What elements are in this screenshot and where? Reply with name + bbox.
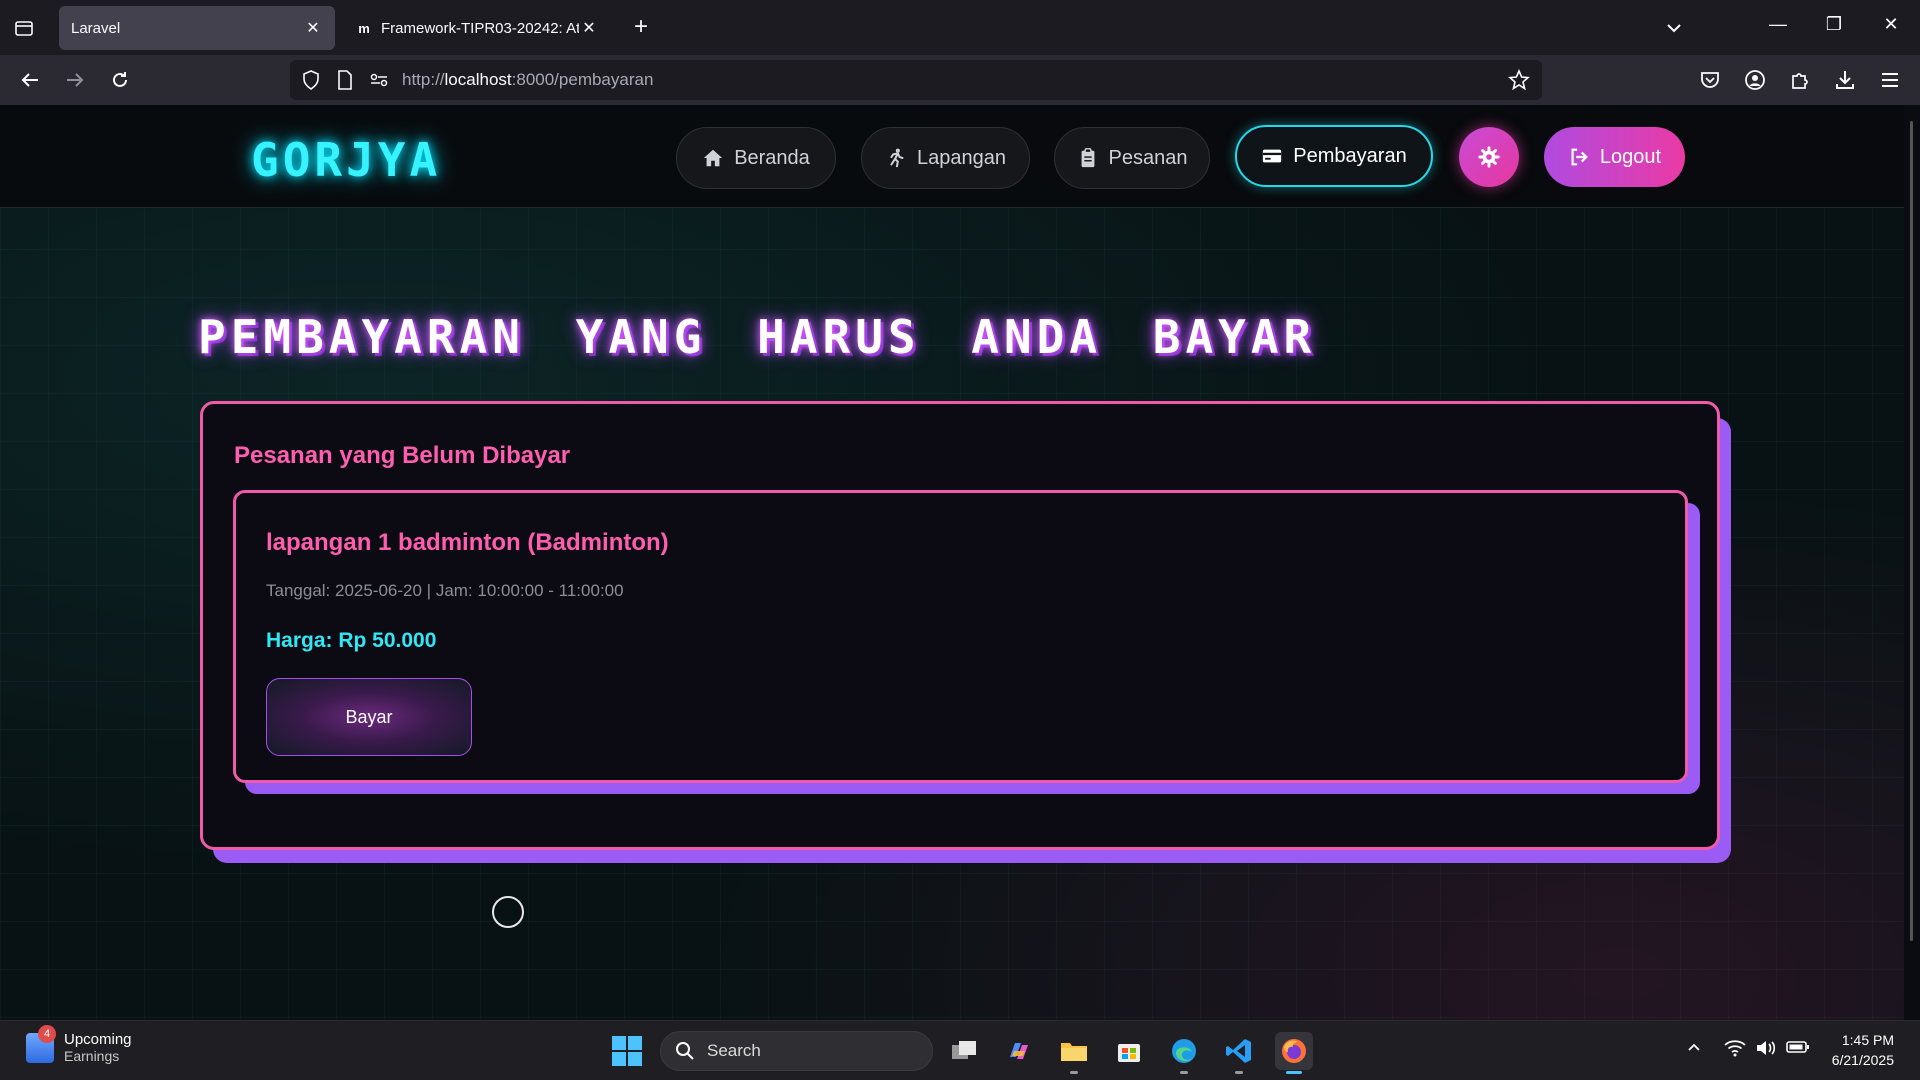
- taskbar: 4 Upcoming Earnings Search 1:45 PM 6/21/…: [0, 1020, 1920, 1080]
- page-scrollbar[interactable]: [1904, 105, 1920, 1020]
- running-indicator: [1180, 1071, 1188, 1074]
- permissions-icon[interactable]: [366, 67, 392, 93]
- download-icon[interactable]: [1832, 67, 1858, 93]
- running-icon: [890, 148, 904, 168]
- pocket-icon[interactable]: [1697, 67, 1723, 93]
- volume-icon[interactable]: [1755, 1039, 1777, 1062]
- nav-label: Lapangan: [917, 146, 1006, 169]
- cursor-ring: [492, 896, 524, 928]
- task-view-icon[interactable]: [945, 1032, 983, 1070]
- forward-icon[interactable]: [62, 67, 88, 93]
- microsoft-store-icon[interactable]: [1110, 1032, 1148, 1070]
- tab-title: Laravel: [71, 19, 121, 37]
- nav-label: Beranda: [734, 146, 810, 169]
- clipboard-icon: [1081, 148, 1094, 168]
- logout-icon: [1571, 148, 1588, 166]
- account-icon[interactable]: [1742, 67, 1768, 93]
- close-tab-icon[interactable]: ✕: [579, 18, 599, 38]
- tab-laravel[interactable]: Laravel ✕: [59, 6, 335, 50]
- search-label: Search: [707, 1041, 761, 1060]
- notification-badge: 4: [38, 1024, 56, 1043]
- widget-title: Upcoming: [64, 1031, 132, 1048]
- court-name: lapangan 1 badminton (Badminton): [266, 529, 669, 556]
- close-window-icon[interactable]: ✕: [1879, 14, 1903, 38]
- nav-lapangan[interactable]: Lapangan: [861, 127, 1030, 189]
- minimize-icon[interactable]: —: [1766, 14, 1790, 38]
- running-indicator: [1235, 1071, 1243, 1074]
- back-icon[interactable]: [17, 67, 43, 93]
- bookmark-star-icon[interactable]: [1506, 67, 1532, 93]
- show-hidden-icons-chevron-icon[interactable]: [1686, 1039, 1702, 1060]
- nav-pembayaran[interactable]: Pembayaran: [1235, 125, 1433, 187]
- firefox-icon[interactable]: [1275, 1032, 1313, 1074]
- site-logo[interactable]: GORJYA: [251, 133, 441, 187]
- page-content: GORJYA Beranda Lapangan Pesanan Pembayar…: [0, 105, 1904, 1020]
- list-all-tabs-icon[interactable]: [1662, 16, 1686, 40]
- wifi-icon[interactable]: [1724, 1039, 1746, 1062]
- nav-beranda[interactable]: Beranda: [676, 127, 836, 189]
- nav-pesanan[interactable]: Pesanan: [1054, 127, 1210, 189]
- restore-icon[interactable]: ❐: [1822, 14, 1846, 38]
- scrollbar-thumb[interactable]: [1910, 121, 1913, 941]
- nav-label: Pembayaran: [1293, 144, 1407, 167]
- widgets-button[interactable]: 4 Upcoming Earnings: [26, 1024, 132, 1064]
- shield-icon[interactable]: [298, 67, 324, 93]
- credit-card-icon: [1263, 149, 1282, 163]
- url-text[interactable]: http://localhost:8000/pembayaran: [402, 70, 653, 90]
- edge-browser-icon[interactable]: [1165, 1032, 1203, 1074]
- reload-icon[interactable]: [107, 67, 133, 93]
- url-scheme: http://: [402, 70, 445, 89]
- widget-subtitle: Earnings: [64, 1048, 120, 1064]
- order-price: Harga: Rp 50.000: [266, 629, 437, 652]
- moodle-favicon-icon: m: [358, 20, 370, 36]
- home-icon: [704, 149, 723, 167]
- tab-title: Framework-TIPR03-20242: Atter: [381, 19, 579, 37]
- running-indicator: [1070, 1071, 1078, 1074]
- page-title: PEMBAYARAN YANG HARUS ANDA BAYAR: [198, 310, 1317, 364]
- system-clock[interactable]: 1:45 PM 6/21/2025: [1832, 1030, 1894, 1070]
- order-card: lapangan 1 badminton (Badminton) Tanggal…: [233, 490, 1688, 783]
- site-header: GORJYA Beranda Lapangan Pesanan Pembayar…: [0, 105, 1904, 208]
- search-icon: [676, 1042, 694, 1060]
- logout-label: Logout: [1599, 145, 1662, 168]
- start-windows-icon[interactable]: [612, 1036, 642, 1066]
- taskbar-search[interactable]: Search: [660, 1031, 933, 1071]
- vscode-icon[interactable]: [1220, 1032, 1258, 1074]
- booking-info: Tanggal: 2025-06-20 | Jam: 10:00:00 - 11…: [266, 581, 624, 600]
- address-bar[interactable]: http://localhost:8000/pembayaran: [290, 60, 1542, 100]
- url-host: localhost: [444, 70, 512, 89]
- settings-button[interactable]: [1459, 127, 1519, 187]
- file-explorer-icon[interactable]: [1055, 1032, 1093, 1074]
- extensions-icon[interactable]: [1787, 67, 1813, 93]
- clock-date: 6/21/2025: [1831, 1052, 1894, 1068]
- clock-time: 1:45 PM: [1841, 1032, 1894, 1048]
- new-tab-icon[interactable]: +: [629, 15, 653, 40]
- battery-icon[interactable]: [1786, 1039, 1810, 1060]
- copilot-icon[interactable]: [1000, 1032, 1038, 1070]
- url-path: :8000/pembayaran: [511, 70, 654, 89]
- gear-icon: [1478, 146, 1500, 168]
- browser-tab-bar: Laravel ✕ m Framework-TIPR03-20242: Atte…: [0, 0, 1920, 55]
- section-title: Pesanan yang Belum Dibayar: [234, 442, 571, 469]
- logout-button[interactable]: Logout: [1544, 127, 1685, 187]
- pay-button[interactable]: Bayar: [266, 678, 472, 756]
- browser-nav-bar: http://localhost:8000/pembayaran: [0, 55, 1920, 105]
- stocks-widget-icon: 4: [26, 1024, 56, 1063]
- tab-list-icon[interactable]: [12, 16, 36, 40]
- active-indicator: [1286, 1071, 1302, 1074]
- page-icon[interactable]: [332, 67, 358, 93]
- nav-label: Pesanan: [1108, 146, 1188, 169]
- close-tab-icon[interactable]: ✕: [303, 18, 323, 38]
- tab-framework[interactable]: m Framework-TIPR03-20242: Atter ✕: [343, 6, 611, 50]
- hamburger-menu-icon[interactable]: [1877, 67, 1903, 93]
